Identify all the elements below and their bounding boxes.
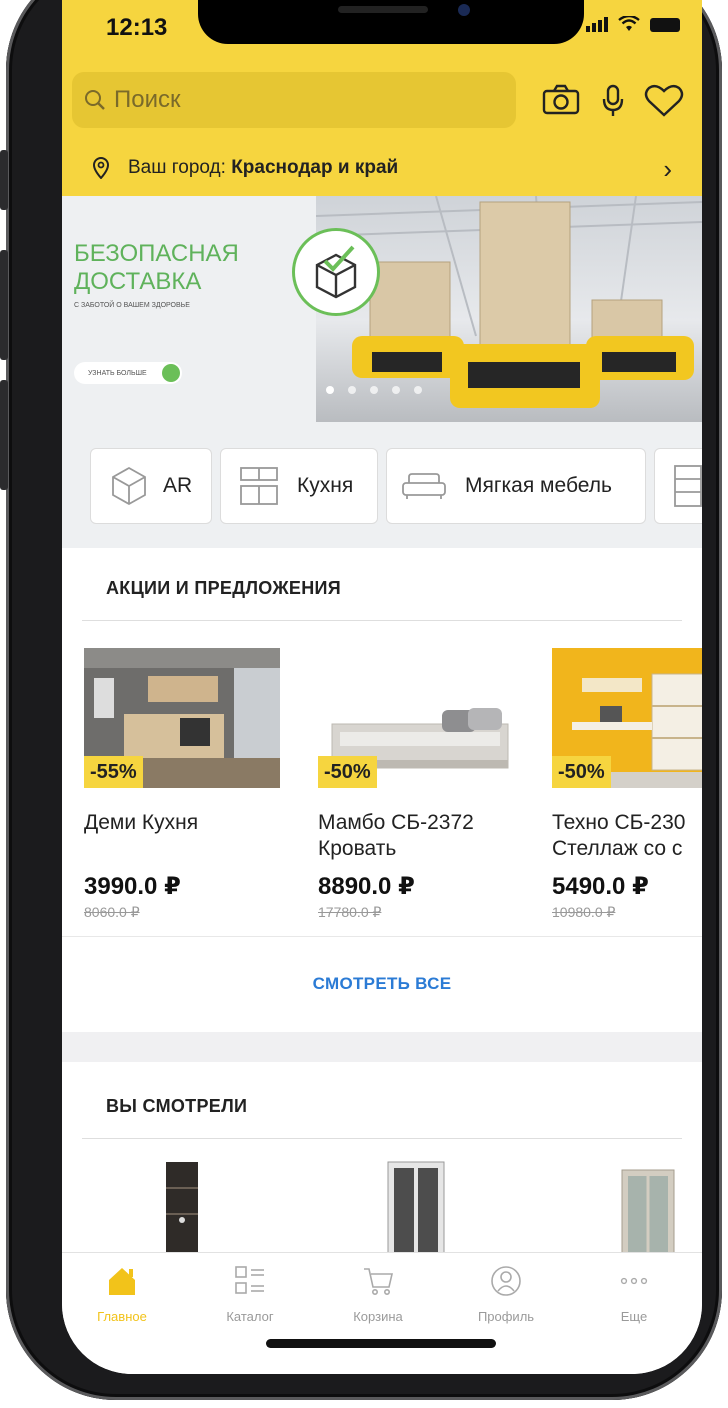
product-old-price: 8060.0 ₽ [84, 904, 140, 920]
product-old-price: 10980.0 ₽ [552, 904, 616, 920]
tab-label: Каталог [226, 1309, 274, 1324]
city-value: Краснодар и край [231, 157, 399, 178]
banner-learn-more-button[interactable]: УЗНАТЬ БОЛЬШЕ [74, 362, 182, 384]
shelving-icon [674, 465, 702, 507]
city-label: Ваш город: Краснодар и край [128, 157, 398, 179]
front-camera [458, 4, 470, 16]
see-all-link[interactable]: СМОТРЕТЬ ВСЕ [62, 974, 702, 994]
notch [198, 0, 584, 44]
product-price: 8890.0 ₽ [318, 873, 415, 900]
product-price: 3990.0 ₽ [84, 873, 181, 900]
banner-subtitle: С ЗАБОТОЙ О ВАШЕМ ЗДОРОВЬЕ [74, 302, 190, 309]
product-name-line1: Деми Кухня [84, 811, 199, 834]
banner-title: БЕЗОПАСНАЯ ДОСТАВКА [74, 240, 239, 296]
category-chip-soft-furniture[interactable]: Мягкая мебель [386, 448, 646, 524]
volume-up-button [0, 250, 8, 360]
pagination-dot[interactable] [392, 386, 400, 394]
banner-title-line1: БЕЗОПАСНАЯ [74, 240, 239, 267]
product-name-line1: Техно СБ-230 [552, 811, 686, 834]
product-name: Мамбо СБ-2372 Кровать [318, 810, 518, 862]
search-input[interactable]: Поиск [72, 72, 516, 128]
ar-cube-icon [112, 466, 146, 506]
product-name: Техно СБ-230 Стеллаж со с [552, 810, 702, 862]
divider [82, 1138, 682, 1139]
status-time: 12:13 [106, 14, 168, 41]
home-indicator[interactable] [266, 1339, 496, 1348]
banner-title-line2: ДОСТАВКА [74, 268, 202, 295]
tab-label: Профиль [477, 1309, 535, 1324]
product-name-line2: Стеллаж со с [552, 837, 683, 860]
banner-pagination [326, 386, 422, 394]
kitchen-icon [240, 467, 278, 505]
divider [82, 620, 682, 621]
pagination-dot[interactable] [370, 386, 378, 394]
arrow-right-icon [162, 364, 180, 382]
tab-label: Корзина [353, 1309, 403, 1324]
product-name: Деми Кухня [84, 810, 284, 836]
product-name-line2: Кровать [318, 837, 397, 860]
volume-down-button [0, 380, 8, 490]
home-icon [109, 1268, 135, 1295]
bottom-tab-bar: Главное Каталог Корзина Профиль Еще [62, 1252, 702, 1374]
product-name-line1: Мамбо СБ-2372 [318, 811, 474, 834]
delivery-box-icon [292, 228, 380, 316]
category-chip-label: Мягкая мебель [465, 474, 612, 497]
mute-switch [0, 150, 8, 210]
status-icons [586, 16, 680, 32]
viewed-title: ВЫ СМОТРЕЛИ [106, 1096, 248, 1116]
category-chip-label: AR [163, 474, 193, 497]
voice-search-icon[interactable] [602, 84, 624, 118]
viewed-product-display-cabinet[interactable] [620, 1160, 676, 1252]
more-icon [620, 1277, 648, 1285]
tab-label: Еще [620, 1309, 648, 1324]
cellular-signal-icon [586, 17, 608, 32]
pagination-dot[interactable] [326, 386, 334, 394]
app-screen: 12:13 Поиск Ваш город: Краснодар и край … [62, 0, 702, 1374]
banner-button-label: УЗНАТЬ БОЛЬШЕ [88, 369, 147, 377]
product-old-price: 17780.0 ₽ [318, 904, 382, 920]
pagination-dot[interactable] [348, 386, 356, 394]
category-chip-kitchen[interactable]: Кухня [220, 448, 378, 524]
category-chip-ar[interactable]: AR [90, 448, 212, 524]
wifi-icon [618, 16, 640, 31]
category-chip-label: Кухня [297, 474, 354, 497]
search-icon [85, 90, 105, 110]
city-prefix: Ваш город: [128, 157, 232, 178]
pagination-dot[interactable] [414, 386, 422, 394]
viewed-product-glass-cabinet[interactable] [386, 1160, 446, 1252]
camera-search-icon[interactable] [542, 84, 580, 116]
product-price: 5490.0 ₽ [552, 873, 649, 900]
app-header: 12:13 Поиск Ваш город: Краснодар и край … [62, 0, 702, 196]
divider [62, 936, 702, 937]
discount-badge: -55% [84, 756, 143, 788]
search-placeholder: Поиск [114, 86, 181, 113]
tab-label: Главное [97, 1309, 147, 1324]
promo-banner[interactable]: БЕЗОПАСНАЯ ДОСТАВКА С ЗАБОТОЙ О ВАШЕМ ЗД… [62, 196, 702, 422]
earpiece-speaker [338, 6, 428, 13]
cart-icon [364, 1268, 394, 1295]
category-chip-next[interactable] [654, 448, 702, 524]
sofa-icon [402, 473, 446, 499]
promotions-title: АКЦИИ И ПРЕДЛОЖЕНИЯ [106, 578, 341, 598]
battery-icon [650, 18, 680, 32]
viewed-product-bookcase[interactable] [164, 1160, 200, 1252]
city-selector[interactable]: Ваш город: Краснодар и край › [62, 140, 702, 196]
viewed-section [62, 1062, 702, 1252]
profile-icon [491, 1266, 521, 1296]
catalog-icon [235, 1266, 264, 1294]
favorites-heart-icon[interactable] [644, 84, 684, 118]
discount-badge: -50% [552, 756, 611, 788]
category-chips: AR Кухня Мягкая мебель [62, 422, 702, 548]
chevron-right-icon: › [663, 154, 672, 184]
location-pin-icon [92, 157, 110, 179]
discount-badge: -50% [318, 756, 377, 788]
